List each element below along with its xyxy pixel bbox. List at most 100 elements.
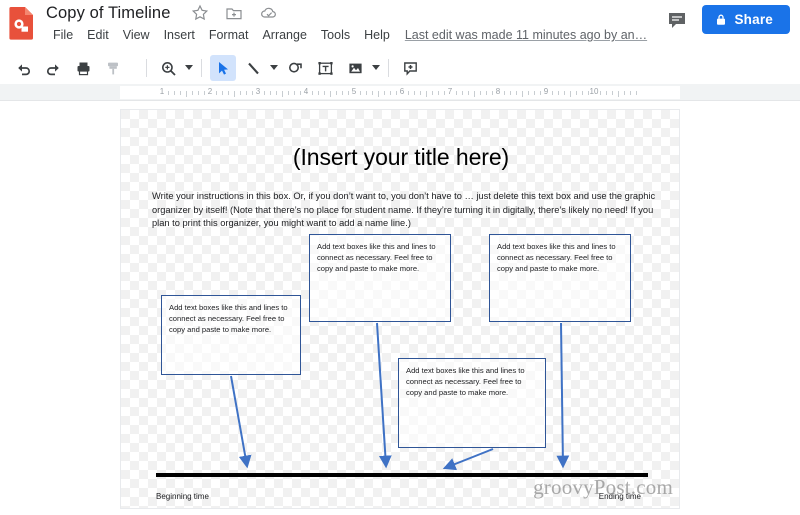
ruler-tick (564, 91, 565, 95)
ruler-tick (204, 91, 205, 95)
paint-format-button[interactable] (100, 55, 126, 81)
zoom-button[interactable] (155, 55, 181, 81)
line-dropdown-caret[interactable] (268, 56, 280, 80)
ruler-tick (384, 91, 385, 95)
image-dropdown-caret[interactable] (370, 56, 382, 80)
slides-logo-icon[interactable] (8, 6, 36, 40)
menu-insert[interactable]: Insert (157, 26, 202, 44)
ruler-tick (330, 91, 331, 97)
document-title[interactable]: Copy of Timeline (46, 2, 171, 24)
ruler-tick (222, 91, 223, 95)
ruler-tick (570, 91, 571, 97)
ruler-tick (174, 91, 175, 95)
ruler-tick (516, 91, 517, 95)
ruler-tick (372, 91, 373, 95)
toolbar-divider-3 (388, 59, 389, 77)
timeline-begin-label[interactable]: Beginning time (156, 492, 209, 501)
slide-title-text[interactable]: (Insert your title here) (121, 144, 679, 171)
text-box-upper-right[interactable]: Add text boxes like this and lines to co… (489, 234, 631, 322)
ruler-tick (264, 91, 265, 95)
move-to-folder-icon[interactable] (224, 3, 244, 23)
menu-help[interactable]: Help (357, 26, 397, 44)
ruler-tick (558, 91, 559, 95)
undo-button[interactable] (10, 55, 36, 81)
ruler-tick (300, 91, 301, 95)
redo-button[interactable] (40, 55, 66, 81)
ruler-tick (618, 91, 619, 97)
ruler-number: 5 (351, 87, 357, 96)
last-edit-status[interactable]: Last edit was made 11 minutes ago by an… (405, 28, 647, 42)
comment-icon[interactable] (666, 9, 688, 31)
menu-tools[interactable]: Tools (314, 26, 357, 44)
slide-instructions-text[interactable]: Write your instructions in this box. Or,… (152, 190, 664, 231)
ruler-tick (612, 91, 613, 95)
ruler-tick (600, 91, 601, 95)
ruler-tick (246, 91, 247, 95)
ruler-tick (408, 91, 409, 95)
ruler-tick (582, 91, 583, 95)
ruler-tick (168, 91, 169, 95)
ruler-tick (198, 91, 199, 95)
ruler-tick (378, 91, 379, 97)
ruler-number: 10 (589, 87, 599, 96)
text-box-left[interactable]: Add text boxes like this and lines to co… (161, 295, 301, 375)
ruler-tick (576, 91, 577, 95)
ruler-tick (318, 91, 319, 95)
ruler-number: 7 (447, 87, 453, 96)
toolbar (0, 52, 800, 84)
connector-upper-middle (376, 322, 392, 469)
toolbar-divider-1 (146, 59, 147, 77)
ruler-tick (444, 91, 445, 95)
ruler-tick (624, 91, 625, 95)
ruler-tick (348, 91, 349, 95)
ruler-tick (192, 91, 193, 95)
line-tool-button[interactable] (240, 55, 266, 81)
menu-file[interactable]: File (46, 26, 80, 44)
text-box-upper-middle[interactable]: Add text boxes like this and lines to co… (309, 234, 451, 322)
ruler-number: 9 (543, 87, 549, 96)
cloud-saved-icon[interactable] (259, 3, 279, 23)
ruler-tick (282, 91, 283, 97)
share-button[interactable]: Share (702, 5, 790, 34)
share-button-label: Share (734, 12, 773, 27)
horizontal-ruler[interactable]: 1 2 3 4 5 6 7 8 9 10 (0, 84, 800, 101)
ruler-tick (336, 91, 337, 95)
slide-canvas[interactable]: (Insert your title here) Write your inst… (120, 109, 680, 509)
paint-format-spacer (128, 56, 140, 80)
add-comment-button[interactable] (397, 55, 423, 81)
zoom-dropdown-caret[interactable] (183, 56, 195, 80)
ruler-number: 8 (495, 87, 501, 96)
lock-icon (715, 13, 727, 26)
ruler-tick (252, 91, 253, 95)
connector-left (230, 375, 252, 469)
header-actions: Share (666, 5, 790, 34)
menu-edit[interactable]: Edit (80, 26, 116, 44)
insert-image-button[interactable] (342, 55, 368, 81)
menu-view[interactable]: View (116, 26, 157, 44)
ruler-tick (486, 91, 487, 95)
star-icon[interactable] (190, 3, 210, 23)
text-box-button[interactable] (312, 55, 338, 81)
ruler-tick (480, 91, 481, 95)
ruler-tick (342, 91, 343, 95)
google-slides-window: Copy of Timeline File Edit View Insert F… (0, 0, 800, 515)
ruler-tick (630, 91, 631, 95)
text-box-lower-middle[interactable]: Add text boxes like this and lines to co… (398, 358, 546, 448)
ruler-tick (462, 91, 463, 95)
ruler-tick (240, 91, 241, 95)
ruler-tick (468, 91, 469, 95)
slide-workspace: (Insert your title here) Write your inst… (0, 101, 800, 515)
ruler-tick (234, 91, 235, 97)
app-header: Copy of Timeline File Edit View Insert F… (0, 0, 800, 52)
menu-format[interactable]: Format (202, 26, 256, 44)
ruler-tick (504, 91, 505, 95)
ruler-tick (426, 91, 427, 97)
ruler-tick (324, 91, 325, 95)
print-button[interactable] (70, 55, 96, 81)
ruler-track: 1 2 3 4 5 6 7 8 9 10 (120, 86, 680, 99)
shape-tool-button[interactable] (282, 55, 308, 81)
menu-arrange[interactable]: Arrange (255, 26, 313, 44)
connector-right (556, 322, 570, 469)
watermark-text: groovyPost.com (533, 475, 673, 499)
select-tool-button[interactable] (210, 55, 236, 81)
